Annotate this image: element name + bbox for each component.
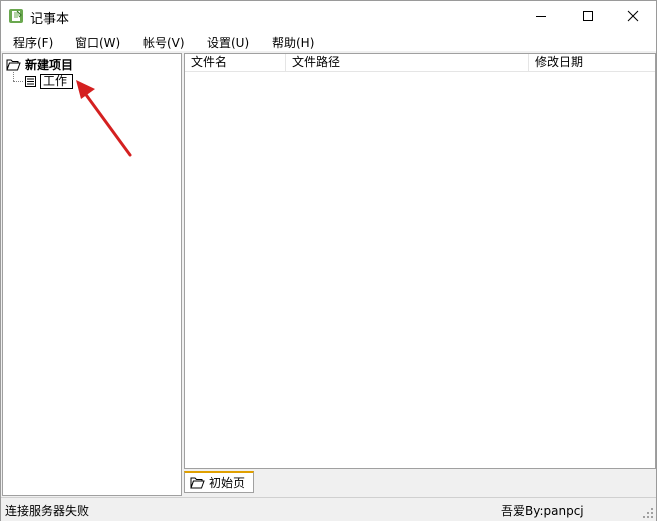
tree-connector	[13, 72, 14, 81]
tree-connector	[13, 81, 23, 82]
menu-program[interactable]: 程序(F)	[13, 34, 53, 51]
window-title: 记事本	[30, 12, 70, 27]
tree-node-root[interactable]: 新建项目	[6, 56, 73, 72]
maximize-button[interactable]	[565, 1, 611, 31]
folder-open-icon	[6, 59, 21, 70]
folder-open-icon	[190, 477, 205, 489]
column-header-modified[interactable]: 修改日期	[529, 54, 655, 71]
tab-label: 初始页	[209, 476, 246, 490]
list-header: 文件名 文件路径 修改日期	[185, 54, 655, 72]
notepad-app-icon	[8, 8, 24, 24]
file-list[interactable]: 文件名 文件路径 修改日期	[184, 53, 656, 469]
status-credit: 吾爱By:panpcj	[501, 504, 584, 518]
menu-settings[interactable]: 设置(U)	[207, 34, 249, 51]
column-header-filepath[interactable]: 文件路径	[286, 54, 529, 71]
status-message: 连接服务器失败	[5, 504, 90, 518]
maximize-icon	[583, 11, 593, 21]
minimize-icon	[536, 16, 546, 17]
status-bar: 连接服务器失败 吾爱By:panpcj	[1, 497, 656, 521]
menu-account[interactable]: 帐号(V)	[143, 34, 185, 51]
tab-start-page[interactable]: 初始页	[184, 471, 254, 493]
menu-window[interactable]: 窗口(W)	[75, 34, 120, 51]
minimize-button[interactable]	[518, 1, 564, 31]
annotation-arrow-icon	[76, 80, 132, 157]
title-bar[interactable]: 记事本	[1, 1, 656, 31]
close-button[interactable]	[610, 1, 656, 31]
menu-help[interactable]: 帮助(H)	[272, 34, 314, 51]
tree-root-label: 新建项目	[25, 57, 74, 72]
notebook-icon	[25, 75, 36, 87]
tree-node-work[interactable]: 工作	[24, 73, 74, 89]
resize-grip-icon[interactable]	[642, 507, 654, 519]
close-icon	[627, 10, 639, 22]
column-header-filename[interactable]: 文件名	[185, 54, 286, 71]
menu-bar: 程序(F) 窗口(W) 帐号(V) 设置(U) 帮助(H)	[1, 31, 656, 51]
